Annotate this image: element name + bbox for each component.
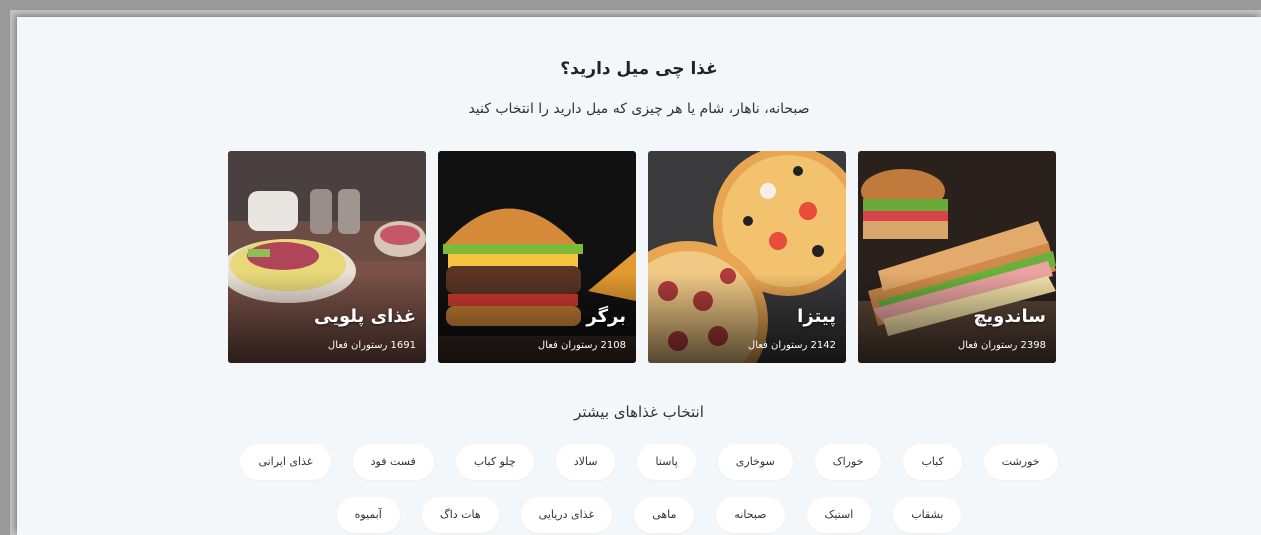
food-chip[interactable]: آبمیوه	[336, 497, 400, 533]
food-chips-row-1: خورشت کباب خوراک سوخاری پاستا سالاد چلو …	[240, 444, 1058, 480]
food-chip[interactable]: استیک	[806, 497, 872, 533]
category-count: 1691 رستوران فعال	[327, 340, 416, 351]
food-chip[interactable]: غذای دریایی	[520, 497, 613, 533]
food-chips-row-2: بشقاب استیک صبحانه ماهی غذای دریایی هات …	[247, 497, 1051, 533]
category-count: 2142 رستوران فعال	[747, 340, 836, 351]
category-name: ساندویچ	[973, 306, 1046, 327]
food-chip[interactable]: پاستا	[637, 444, 696, 480]
category-card-sandwich[interactable]: ساندویچ 2398 رستوران فعال	[858, 151, 1056, 363]
section-title: غذا چی میل دارید؟	[560, 59, 718, 79]
category-card-burger[interactable]: برگر 2108 رستوران فعال	[438, 151, 636, 363]
section-subtitle: صبحانه، ناهار، شام یا هر چیزی که میل دار…	[468, 101, 810, 117]
category-count: 2398 رستوران فعال	[957, 340, 1046, 351]
category-name: برگر	[586, 306, 626, 327]
category-name: غذای پلویی	[314, 306, 416, 327]
food-chip[interactable]: هات داگ	[421, 497, 499, 533]
food-chip[interactable]: ماهی	[634, 497, 695, 533]
food-chip[interactable]: خوراک	[814, 444, 882, 480]
food-chip[interactable]: بشقاب	[893, 497, 962, 533]
food-chip[interactable]: سالاد	[555, 444, 616, 480]
category-cards: ساندویچ 2398 رستوران فعال پیتزا 2142 رست…	[228, 151, 1056, 364]
food-chip[interactable]: چلو کباب	[455, 444, 534, 480]
food-chip[interactable]: صبحانه	[716, 497, 785, 533]
food-chip[interactable]: فست فود	[352, 444, 434, 480]
food-category-section: غذا چی میل دارید؟ صبحانه، ناهار، شام یا …	[17, 17, 1261, 535]
category-count: 2108 رستوران فعال	[537, 340, 626, 351]
food-chip[interactable]: سوخاری	[717, 444, 793, 480]
category-name: پیتزا	[797, 306, 836, 327]
food-chip[interactable]: خورشت	[983, 444, 1058, 480]
food-chip[interactable]: کباب	[903, 444, 962, 480]
food-chip[interactable]: غذای ایرانی	[240, 444, 331, 480]
category-card-rice-dish[interactable]: غذای پلویی 1691 رستوران فعال	[228, 151, 426, 363]
more-foods-title: انتخاب غذاهای بیشتر	[574, 403, 704, 421]
category-card-pizza[interactable]: پیتزا 2142 رستوران فعال	[648, 151, 846, 363]
